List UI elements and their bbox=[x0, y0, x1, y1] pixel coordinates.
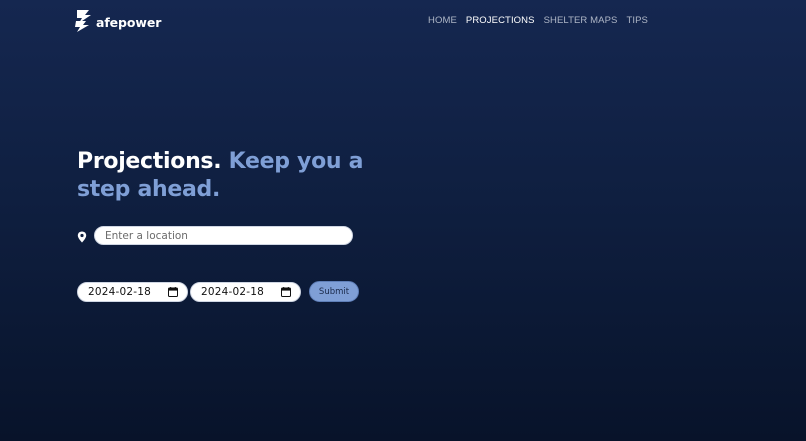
calendar-icon[interactable] bbox=[168, 286, 178, 297]
calendar-icon[interactable] bbox=[281, 286, 291, 297]
location-row bbox=[77, 226, 353, 245]
nav-tips[interactable]: TIPS bbox=[626, 15, 648, 26]
brand-logo[interactable]: afepower bbox=[74, 9, 161, 33]
title-part1: Projections. bbox=[77, 149, 222, 174]
nav-projections[interactable]: PROJECTIONS bbox=[466, 15, 535, 26]
date-range-row: 2024-02-18 2024-02-18 Submit bbox=[77, 281, 359, 302]
location-input[interactable] bbox=[94, 226, 353, 245]
brand-name: afepower bbox=[96, 14, 162, 30]
end-date-input[interactable]: 2024-02-18 bbox=[190, 281, 301, 302]
nav-shelter-maps[interactable]: SHELTER MAPS bbox=[544, 15, 618, 26]
page-title: Projections. Keep you a step ahead. bbox=[77, 148, 397, 204]
map-pin-icon bbox=[77, 231, 87, 243]
start-date-value: 2024-02-18 bbox=[88, 285, 152, 298]
start-date-input[interactable]: 2024-02-18 bbox=[77, 281, 188, 302]
main-nav: HOME PROJECTIONS SHELTER MAPS TIPS bbox=[428, 15, 657, 26]
nav-home[interactable]: HOME bbox=[428, 15, 457, 26]
lightning-s-icon bbox=[75, 10, 91, 32]
end-date-value: 2024-02-18 bbox=[201, 285, 265, 298]
submit-button[interactable]: Submit bbox=[309, 281, 359, 302]
